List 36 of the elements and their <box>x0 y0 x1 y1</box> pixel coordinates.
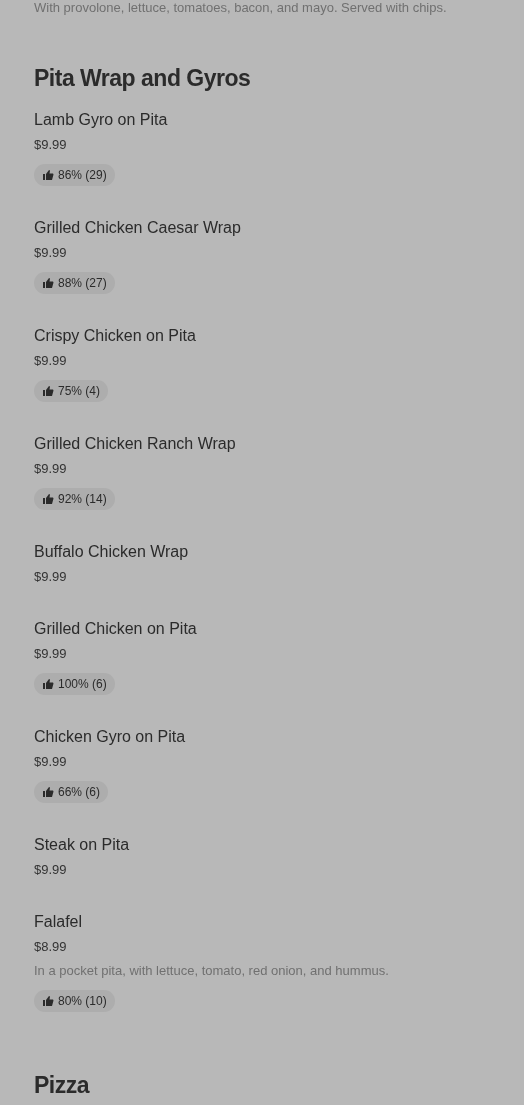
item-price: $9.99 <box>34 568 67 586</box>
thumbs-up-icon <box>42 678 54 690</box>
item-description: In a pocket pita, with lettuce, tomato, red onion, and hummus. <box>34 962 389 980</box>
item-name[interactable]: Falafel <box>34 910 83 934</box>
item-price: $8.99 <box>34 938 67 956</box>
rating-text: 92% (14) <box>58 491 107 507</box>
item-price: $9.99 <box>34 645 67 663</box>
thumbs-up-icon <box>42 169 54 181</box>
thumbs-up-icon <box>42 493 54 505</box>
item-name[interactable]: Grilled Chicken on Pita <box>34 617 197 641</box>
thumbs-up-icon <box>42 385 54 397</box>
item-description: With provolone, lettuce, tomatoes, bacon, and mayo. Served with chips. <box>34 0 448 16</box>
rating-text: 86% (29) <box>58 167 107 183</box>
item-price: $9.99 <box>34 352 67 370</box>
item-name[interactable]: Lamb Gyro on Pita <box>34 108 168 132</box>
item-name[interactable]: Steak on Pita <box>34 833 130 857</box>
rating-text: 66% (6) <box>58 784 101 800</box>
item-name[interactable]: Buffalo Chicken Wrap <box>34 540 189 564</box>
item-price: $9.99 <box>34 753 67 771</box>
thumbs-up-icon <box>42 995 54 1007</box>
item-price: $9.99 <box>34 861 67 879</box>
rating-text: 80% (10) <box>58 993 107 1009</box>
section-heading: Pizza <box>34 1071 91 1099</box>
item-name[interactable]: Chicken Gyro on Pita <box>34 725 186 749</box>
section-heading: Pita Wrap and Gyros <box>34 64 252 92</box>
item-name[interactable]: Grilled Chicken Ranch Wrap <box>34 432 236 456</box>
thumbs-up-icon <box>42 786 54 798</box>
rating-text: 75% (4) <box>58 383 101 399</box>
rating-text: 88% (27) <box>58 275 107 291</box>
item-name[interactable]: Grilled Chicken Caesar Wrap <box>34 216 241 240</box>
rating-text: 100% (6) <box>58 676 107 692</box>
item-price: $9.99 <box>34 136 67 154</box>
thumbs-up-icon <box>42 277 54 289</box>
item-price: $9.99 <box>34 244 67 262</box>
item-price: $9.99 <box>34 460 67 478</box>
item-name[interactable]: Crispy Chicken on Pita <box>34 324 196 348</box>
